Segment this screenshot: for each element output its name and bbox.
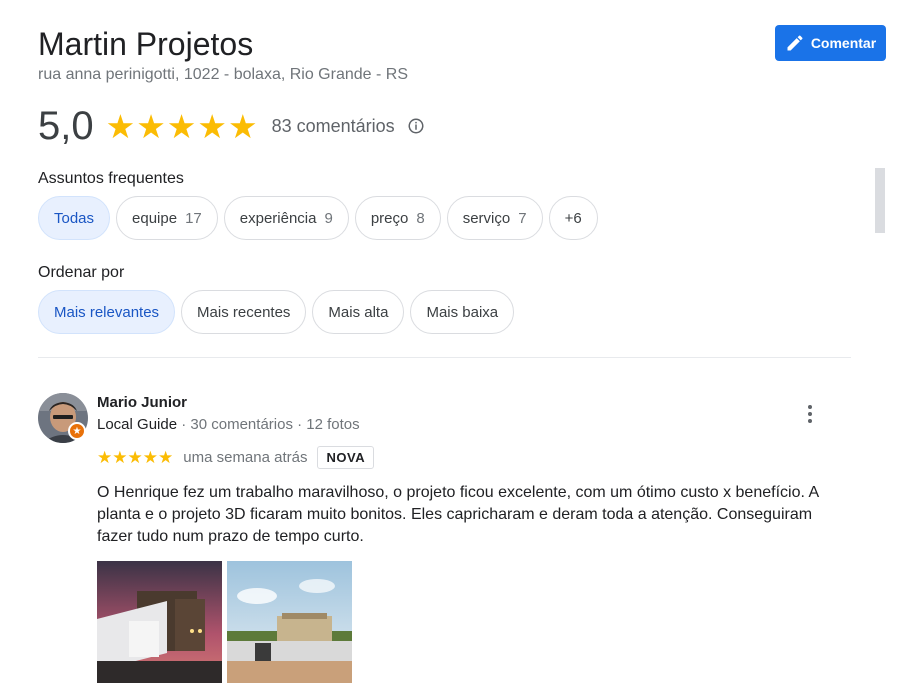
sort-chip-alta[interactable]: Mais alta [312, 290, 405, 334]
chip-label: equipe [132, 209, 178, 227]
new-badge: NOVA [317, 445, 375, 469]
reviewer-meta: Local Guide · 30 comentários · 12 fotos [97, 416, 360, 433]
review-meta-row: ★ ★ ★ ★ ★ uma semana atrás NOVA [97, 444, 375, 470]
comment-button[interactable]: Comentar [775, 25, 886, 61]
review-stars: ★ ★ ★ ★ ★ [97, 449, 173, 466]
chip-label: +6 [564, 209, 582, 227]
business-name: Martin Projetos [38, 26, 254, 62]
review-text: O Henrique fez um trabalho maravilhoso, … [97, 484, 819, 545]
topic-chip-preco[interactable]: preço 8 [354, 196, 441, 240]
chip-count: 7 [518, 209, 527, 227]
star-icon: ★ [105, 107, 136, 145]
info-icon[interactable] [407, 117, 425, 135]
reviewer-stats: · 30 comentários · 12 fotos [181, 416, 360, 433]
star-icon: ★ [112, 447, 128, 467]
star-icon: ★ [136, 107, 166, 145]
rating-stars: ★ ★ ★ ★ ★ [106, 110, 258, 143]
scrollbar-thumb[interactable] [875, 168, 885, 233]
chip-label: serviço [462, 209, 511, 227]
review-count: 83 comentários [271, 115, 395, 136]
pencil-icon [787, 35, 803, 51]
chip-label: Mais relevantes [54, 303, 160, 321]
sort-chips: Mais relevantes Mais recentes Mais alta … [38, 290, 515, 334]
chip-label: Mais baixa [426, 303, 499, 321]
chip-label: Mais recentes [197, 303, 291, 321]
star-icon: ★ [127, 447, 143, 467]
star-icon: ★ [142, 447, 158, 467]
topic-chip-servico[interactable]: serviço 7 [446, 196, 543, 240]
local-guide-label: Local Guide [97, 416, 178, 433]
topic-chip-equipe[interactable]: equipe 17 [116, 196, 218, 240]
star-icon: ★ [197, 107, 227, 145]
topic-chip-todas[interactable]: Todas [38, 196, 111, 240]
reviewer-name[interactable]: Mario Junior [97, 394, 187, 411]
chip-label: Mais alta [328, 303, 389, 321]
star-icon: ★ [158, 447, 174, 467]
chip-count: 17 [185, 209, 202, 227]
star-icon: ★ [227, 107, 258, 145]
divider [38, 357, 851, 358]
review-photo[interactable] [97, 561, 222, 683]
star-icon: ★ [97, 447, 113, 467]
business-address: rua anna perinigotti, 1022 - bolaxa, Rio… [38, 66, 408, 83]
review-time: uma semana atrás [183, 448, 308, 466]
topic-chips: Todas equipe 17 experiência 9 preço 8 se… [38, 196, 598, 240]
star-icon: ★ [166, 107, 197, 145]
chip-label: preço [370, 209, 409, 227]
sort-chip-relevantes[interactable]: Mais relevantes [38, 290, 176, 334]
review-photo[interactable] [227, 561, 352, 683]
sort-chip-baixa[interactable]: Mais baixa [410, 290, 515, 334]
comment-button-label: Comentar [810, 35, 877, 51]
more-options-icon[interactable] [798, 401, 822, 427]
rating-summary: 5,0 ★ ★ ★ ★ ★ 83 comentários [38, 100, 425, 152]
sort-label: Ordenar por [38, 264, 125, 281]
chip-label: Todas [54, 209, 95, 227]
sort-chip-recentes[interactable]: Mais recentes [181, 290, 307, 334]
local-guide-badge-icon: ★ [68, 422, 86, 440]
topics-label: Assuntos frequentes [38, 170, 184, 187]
chip-count: 8 [416, 209, 425, 227]
topic-chip-experiencia[interactable]: experiência 9 [223, 196, 349, 240]
rating-value: 5,0 [38, 103, 94, 148]
chip-count: 9 [324, 209, 333, 227]
chip-label: experiência [239, 209, 317, 227]
topic-chip-more[interactable]: +6 [548, 196, 598, 240]
